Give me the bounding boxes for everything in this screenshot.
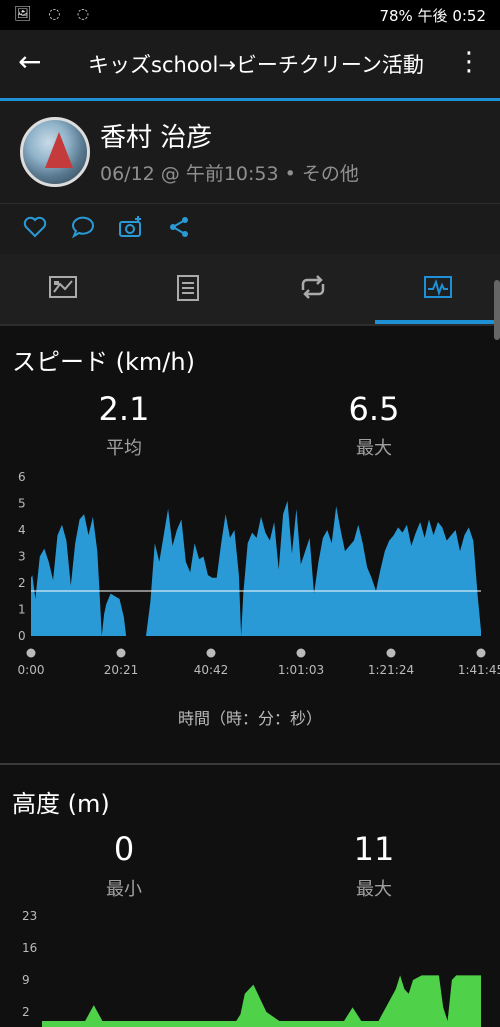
speed-y-tick-label: 5 [18,497,26,511]
speed-x-tick-marker [26,648,36,658]
summary-map-icon [49,276,77,298]
scrollbar[interactable] [494,280,500,340]
tab-laps[interactable] [250,254,375,324]
activity-title: キッズschool→ビーチクリーン活動 [88,53,424,77]
speed-x-tick-label: 20:21 [104,663,139,677]
add-photo-icon[interactable] [118,214,144,240]
speed-y-tick-label: 0 [18,629,26,643]
elevation-min-value: 0 [113,830,135,868]
like-heart-icon[interactable] [22,214,48,240]
speed-y-tick-label: 1 [18,603,26,617]
comment-icon[interactable] [70,214,96,240]
elevation-max-value: 11 [353,830,395,868]
speed-x-axis-title: 時間（時：分：秒） [177,709,322,728]
speed-chart: 0 1 2 3 4 5 6 0:00 20:21 40:42 1:01:03 1:21:24 1:41:… [18,470,500,677]
speed-x-tick-marker [296,648,306,658]
overflow-menu-icon[interactable]: ⋮ [456,48,482,76]
speed-x-tick-label: 1:01:03 [278,663,324,677]
speed-x-tick-label: 1:21:24 [368,663,414,677]
status-notification-icons: 🖼 ◌ ◌ [14,6,96,22]
elevation-max-label: 最大 [356,879,392,900]
speed-x-tick-marker [386,648,396,658]
elevation-series-area [42,975,481,1027]
tab-details[interactable] [125,254,250,324]
section-divider [0,763,500,765]
tab-charts[interactable] [375,254,500,324]
app-bar: ← キッズschool→ビーチクリーン活動 ⋮ [0,30,500,101]
tab-summary[interactable] [0,254,125,324]
elevation-y-tick-label: 16 [22,941,37,955]
speed-y-tick-label: 6 [18,470,26,484]
elevation-y-tick-label: 2 [22,1005,30,1019]
elevation-chart: 2 9 16 23 [22,909,481,1027]
speed-series-area [31,500,481,636]
details-document-icon [177,275,199,301]
elevation-y-tick-label: 9 [22,973,30,987]
back-arrow-icon[interactable]: ← [18,46,41,78]
elevation-y-tick-label: 23 [22,909,37,923]
speed-avg-label: 平均 [106,438,142,459]
active-tab-indicator [375,320,500,324]
speed-x-tick-label: 1:41:45 [458,663,500,677]
laps-loop-icon [301,275,325,299]
owner-name: 香村 治彦 [100,123,213,153]
speed-section-title: スピード (km/h) [12,348,195,376]
speed-max-label: 最大 [356,438,392,459]
activity-meta: 06/12 @ 午前10:53 • その他 [100,163,359,185]
speed-y-tick-label: 3 [18,550,26,564]
speed-x-tick-label: 0:00 [18,663,45,677]
share-icon[interactable] [166,214,192,240]
elevation-section-title: 高度 (m) [12,790,110,818]
avatar[interactable] [20,117,90,187]
action-row [0,204,500,255]
speed-x-tick-marker [116,648,126,658]
status-bar: 🖼 ◌ ◌ 78% 午後 0:52 [0,0,500,30]
speed-x-tick-marker [476,648,486,658]
charts-pulse-icon [424,276,452,298]
speed-y-tick-label: 2 [18,576,26,590]
avatar-windsurf-image [45,132,73,168]
speed-avg-value: 2.1 [98,390,150,428]
activity-owner-header: 香村 治彦 06/12 @ 午前10:53 • その他 [0,101,500,204]
speed-x-tick-marker [206,648,216,658]
speed-y-tick-label: 4 [18,523,26,537]
speed-max-value: 6.5 [348,390,400,428]
elevation-min-label: 最小 [106,879,142,900]
speed-x-tick-label: 40:42 [194,663,229,677]
status-battery-time: 78% 午後 0:52 [379,7,486,25]
activity-tabs [0,254,500,326]
